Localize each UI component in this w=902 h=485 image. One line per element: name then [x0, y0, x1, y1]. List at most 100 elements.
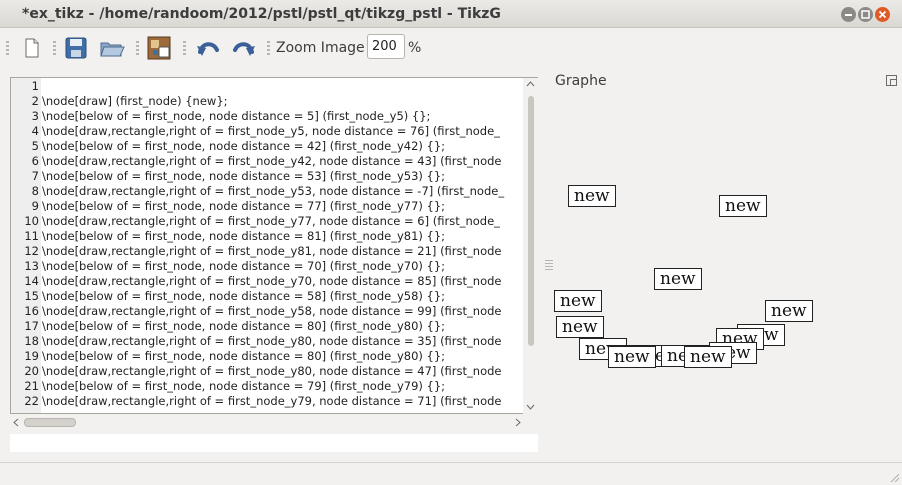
code-text: \node[below of = first_node, node distan…	[42, 169, 446, 183]
line-number: 19	[24, 349, 39, 363]
resize-grip-icon[interactable]	[888, 471, 900, 483]
minimize-button[interactable]	[841, 7, 856, 22]
code-line[interactable]: 8 \node[draw,rectangle,right of = first_n…	[11, 184, 521, 199]
compile-tikz-button[interactable]	[145, 34, 173, 62]
code-editor[interactable]: 1 2 \node[draw] (first_node) {new}; 3 \node[…	[10, 77, 538, 414]
code-line[interactable]: 21 \node[below of = first_node, node dist…	[11, 379, 521, 394]
graph-node[interactable]: new	[719, 195, 767, 217]
editor-vertical-scrollbar[interactable]	[523, 78, 538, 414]
code-text: \node[below of = first_node, node distan…	[42, 289, 446, 303]
code-text: \node[below of = first_node, node distan…	[42, 109, 431, 123]
code-text: \node[below of = first_node, node distan…	[42, 229, 446, 243]
code-line[interactable]: 5 \node[below of = first_node, node dista…	[11, 139, 521, 154]
toolbar-grip[interactable]	[53, 41, 56, 55]
undo-icon	[197, 42, 219, 56]
new-file-icon	[25, 38, 39, 58]
application-window: *ex_tikz - /home/randoom/2012/pstl/pstl_…	[0, 0, 902, 485]
status-bar	[0, 462, 902, 485]
code-line[interactable]: 20 \node[draw,rectangle,right of = first_…	[11, 364, 521, 379]
maximize-icon	[861, 10, 870, 19]
line-number: 17	[24, 319, 39, 333]
code-text: \node[draw,rectangle,right of = first_no…	[42, 124, 500, 138]
open-folder-icon	[100, 42, 125, 57]
code-text: \node[below of = first_node, node distan…	[42, 349, 446, 363]
code-line[interactable]: 13 \node[below of = first_node, node dist…	[11, 259, 521, 274]
code-line[interactable]: 9 \node[below of = first_node, node dista…	[11, 199, 521, 214]
code-text: \node[draw,rectangle,right of = first_no…	[42, 274, 502, 288]
code-text: \node[below of = first_node, node distan…	[42, 199, 446, 213]
line-number: 10	[24, 214, 39, 228]
code-text: \node[draw,rectangle,right of = first_no…	[42, 154, 502, 168]
code-line[interactable]: 18 \node[draw,rectangle,right of = first_…	[11, 334, 521, 349]
graph-node[interactable]: new	[556, 316, 604, 338]
minimize-icon	[845, 14, 852, 16]
toolbar-grip[interactable]	[267, 41, 270, 55]
line-number: 5	[31, 139, 39, 153]
code-line[interactable]: 11 \node[below of = first_node, node dist…	[11, 229, 521, 244]
graph-canvas[interactable]: newnewnewnewnewnewnewnewnewnewnewnewnewn…	[550, 95, 895, 460]
zoom-unit: %	[408, 40, 422, 56]
graph-node[interactable]: new	[684, 346, 732, 368]
code-text: \node[below of = first_node, node distan…	[42, 379, 446, 393]
graph-node[interactable]: new	[608, 346, 656, 368]
code-line[interactable]: 12 \node[draw,rectangle,right of = first_…	[11, 244, 521, 259]
code-line[interactable]: 14 \node[draw,rectangle,right of = first_…	[11, 274, 521, 289]
save-button[interactable]	[62, 34, 90, 62]
code-text: \node[below of = first_node, node distan…	[42, 259, 446, 273]
toolbar-grip[interactable]	[183, 41, 186, 55]
horizontal-scroll-thumb[interactable]	[24, 418, 76, 427]
zoom-label: Zoom Image :	[276, 40, 374, 56]
toolbar-grip[interactable]	[136, 41, 139, 55]
code-line[interactable]: 19 \node[below of = first_node, node dist…	[11, 349, 521, 364]
line-number: 21	[24, 379, 39, 393]
code-line[interactable]: 4 \node[draw,rectangle,right of = first_n…	[11, 124, 521, 139]
graph-node[interactable]: new	[654, 268, 702, 290]
zoom-input[interactable]	[367, 34, 405, 59]
console-output[interactable]	[10, 434, 538, 452]
code-line[interactable]: 16 \node[draw,rectangle,right of = first_…	[11, 304, 521, 319]
code-line[interactable]: 6 \node[draw,rectangle,right of = first_n…	[11, 154, 521, 169]
save-icon	[65, 37, 87, 59]
line-number: 2	[31, 94, 39, 108]
code-line[interactable]: 22 \node[draw,rectangle,right of = first_…	[11, 394, 521, 409]
graph-node[interactable]: new	[765, 300, 813, 322]
undock-icon[interactable]	[886, 75, 897, 86]
scroll-arrows	[13, 418, 521, 427]
code-text: \node[draw,rectangle,right of = first_no…	[42, 214, 500, 228]
code-line[interactable]: 3 \node[below of = first_node, node dista…	[11, 109, 521, 124]
code-line[interactable]: 1	[11, 79, 521, 94]
graph-node[interactable]: new	[554, 290, 602, 312]
title-bar[interactable]: *ex_tikz - /home/randoom/2012/pstl/pstl_…	[0, 0, 902, 28]
code-text: \node[below of = first_node, node distan…	[42, 319, 446, 333]
line-number: 6	[31, 154, 39, 168]
line-number: 14	[24, 274, 39, 288]
line-number: 13	[24, 259, 39, 273]
main-toolbar: Zoom Image : %	[0, 29, 902, 67]
new-file-button[interactable]	[17, 34, 45, 62]
line-number: 12	[24, 244, 39, 258]
code-line[interactable]: 2 \node[draw] (first_node) {new};	[11, 94, 521, 109]
code-text: \node[draw,rectangle,right of = first_no…	[42, 184, 505, 198]
code-line[interactable]: 10 \node[draw,rectangle,right of = first_…	[11, 214, 521, 229]
redo-button[interactable]	[230, 34, 258, 62]
code-text: \node[draw,rectangle,right of = first_no…	[42, 334, 502, 348]
code-line[interactable]: 15 \node[below of = first_node, node dist…	[11, 289, 521, 304]
vertical-scroll-thumb[interactable]	[528, 96, 534, 346]
editor-horizontal-scrollbar[interactable]	[10, 415, 524, 430]
code-line[interactable]: 7 \node[below of = first_node, node dista…	[11, 169, 521, 184]
undo-button[interactable]	[194, 34, 222, 62]
maximize-button[interactable]	[858, 7, 873, 22]
toolbar-grip[interactable]	[6, 41, 9, 55]
open-button[interactable]	[98, 34, 126, 62]
line-number: 1	[31, 79, 39, 93]
graph-node[interactable]: new	[568, 185, 616, 207]
redo-icon	[233, 42, 255, 56]
code-text: \node[draw,rectangle,right of = first_no…	[42, 304, 502, 318]
code-text: \node[draw,rectangle,right of = first_no…	[42, 244, 502, 258]
close-icon	[878, 10, 887, 19]
line-number: 18	[24, 334, 39, 348]
code-line[interactable]: 17 \node[below of = first_node, node dist…	[11, 319, 521, 334]
graph-panel-title: Graphe	[555, 73, 607, 89]
close-button[interactable]	[875, 7, 890, 22]
line-number: 4	[31, 124, 39, 138]
